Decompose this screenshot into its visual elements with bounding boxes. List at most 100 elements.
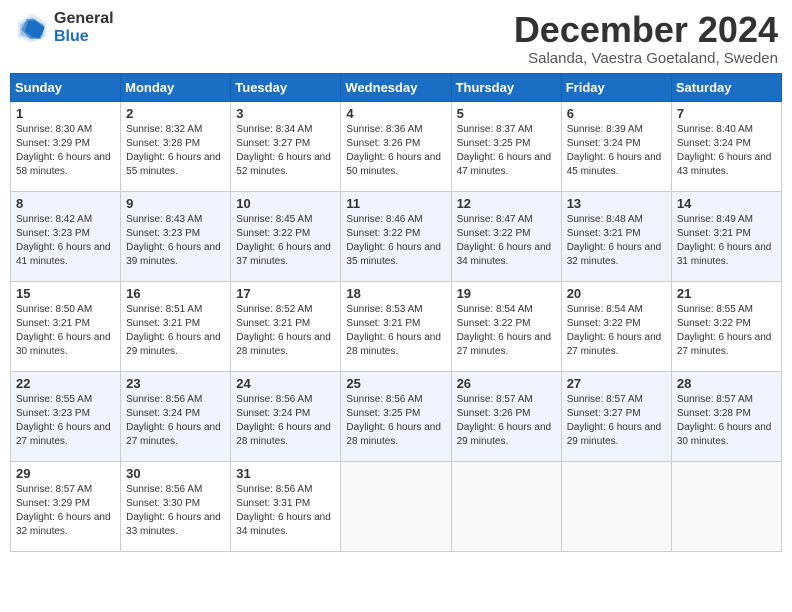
- cell-info: Sunrise: 8:36 AMSunset: 3:26 PMDaylight:…: [346, 124, 441, 177]
- cell-info: Sunrise: 8:55 AMSunset: 3:23 PMDaylight:…: [16, 394, 111, 447]
- calendar-cell: 27 Sunrise: 8:57 AMSunset: 3:27 PMDaylig…: [561, 371, 671, 461]
- column-header-thursday: Thursday: [451, 73, 561, 101]
- day-number: 11: [346, 196, 445, 211]
- logo-general: General: [54, 10, 114, 28]
- calendar-cell: 23 Sunrise: 8:56 AMSunset: 3:24 PMDaylig…: [121, 371, 231, 461]
- day-number: 8: [16, 196, 115, 211]
- cell-info: Sunrise: 8:51 AMSunset: 3:21 PMDaylight:…: [126, 304, 221, 357]
- day-number: 18: [346, 286, 445, 301]
- calendar-table: SundayMondayTuesdayWednesdayThursdayFrid…: [10, 73, 782, 552]
- calendar-cell: 30 Sunrise: 8:56 AMSunset: 3:30 PMDaylig…: [121, 461, 231, 551]
- calendar-cell: 28 Sunrise: 8:57 AMSunset: 3:28 PMDaylig…: [671, 371, 781, 461]
- day-number: 2: [126, 106, 225, 121]
- column-header-wednesday: Wednesday: [341, 73, 451, 101]
- title-section: December 2024 Salanda, Vaestra Goetaland…: [514, 10, 778, 67]
- calendar-cell: 8 Sunrise: 8:42 AMSunset: 3:23 PMDayligh…: [11, 191, 121, 281]
- calendar-cell: 24 Sunrise: 8:56 AMSunset: 3:24 PMDaylig…: [231, 371, 341, 461]
- column-header-saturday: Saturday: [671, 73, 781, 101]
- calendar-cell: [671, 461, 781, 551]
- day-number: 26: [457, 376, 556, 391]
- cell-info: Sunrise: 8:56 AMSunset: 3:31 PMDaylight:…: [236, 484, 331, 537]
- cell-info: Sunrise: 8:48 AMSunset: 3:21 PMDaylight:…: [567, 214, 662, 267]
- calendar-cell: 14 Sunrise: 8:49 AMSunset: 3:21 PMDaylig…: [671, 191, 781, 281]
- calendar-header-row: SundayMondayTuesdayWednesdayThursdayFrid…: [11, 73, 782, 101]
- day-number: 24: [236, 376, 335, 391]
- day-number: 27: [567, 376, 666, 391]
- logo-text: General Blue: [54, 10, 114, 45]
- calendar-week-row: 1 Sunrise: 8:30 AMSunset: 3:29 PMDayligh…: [11, 101, 782, 191]
- calendar-cell: 1 Sunrise: 8:30 AMSunset: 3:29 PMDayligh…: [11, 101, 121, 191]
- calendar-cell: 6 Sunrise: 8:39 AMSunset: 3:24 PMDayligh…: [561, 101, 671, 191]
- calendar-cell: [561, 461, 671, 551]
- day-number: 20: [567, 286, 666, 301]
- day-number: 25: [346, 376, 445, 391]
- calendar-cell: 12 Sunrise: 8:47 AMSunset: 3:22 PMDaylig…: [451, 191, 561, 281]
- cell-info: Sunrise: 8:39 AMSunset: 3:24 PMDaylight:…: [567, 124, 662, 177]
- cell-info: Sunrise: 8:49 AMSunset: 3:21 PMDaylight:…: [677, 214, 772, 267]
- calendar-cell: [451, 461, 561, 551]
- day-number: 5: [457, 106, 556, 121]
- day-number: 21: [677, 286, 776, 301]
- cell-info: Sunrise: 8:43 AMSunset: 3:23 PMDaylight:…: [126, 214, 221, 267]
- day-number: 16: [126, 286, 225, 301]
- calendar-cell: 10 Sunrise: 8:45 AMSunset: 3:22 PMDaylig…: [231, 191, 341, 281]
- logo-blue: Blue: [54, 28, 114, 46]
- page-header: General Blue December 2024 Salanda, Vaes…: [10, 10, 782, 67]
- calendar-cell: 9 Sunrise: 8:43 AMSunset: 3:23 PMDayligh…: [121, 191, 231, 281]
- cell-info: Sunrise: 8:37 AMSunset: 3:25 PMDaylight:…: [457, 124, 552, 177]
- calendar-cell: 16 Sunrise: 8:51 AMSunset: 3:21 PMDaylig…: [121, 281, 231, 371]
- day-number: 17: [236, 286, 335, 301]
- cell-info: Sunrise: 8:30 AMSunset: 3:29 PMDaylight:…: [16, 124, 111, 177]
- cell-info: Sunrise: 8:50 AMSunset: 3:21 PMDaylight:…: [16, 304, 111, 357]
- calendar-cell: 13 Sunrise: 8:48 AMSunset: 3:21 PMDaylig…: [561, 191, 671, 281]
- cell-info: Sunrise: 8:52 AMSunset: 3:21 PMDaylight:…: [236, 304, 331, 357]
- calendar-cell: 20 Sunrise: 8:54 AMSunset: 3:22 PMDaylig…: [561, 281, 671, 371]
- cell-info: Sunrise: 8:54 AMSunset: 3:22 PMDaylight:…: [567, 304, 662, 357]
- calendar-cell: [341, 461, 451, 551]
- cell-info: Sunrise: 8:40 AMSunset: 3:24 PMDaylight:…: [677, 124, 772, 177]
- day-number: 6: [567, 106, 666, 121]
- calendar-cell: 25 Sunrise: 8:56 AMSunset: 3:25 PMDaylig…: [341, 371, 451, 461]
- cell-info: Sunrise: 8:56 AMSunset: 3:24 PMDaylight:…: [126, 394, 221, 447]
- cell-info: Sunrise: 8:34 AMSunset: 3:27 PMDaylight:…: [236, 124, 331, 177]
- day-number: 3: [236, 106, 335, 121]
- calendar-cell: 2 Sunrise: 8:32 AMSunset: 3:28 PMDayligh…: [121, 101, 231, 191]
- day-number: 28: [677, 376, 776, 391]
- calendar-cell: 29 Sunrise: 8:57 AMSunset: 3:29 PMDaylig…: [11, 461, 121, 551]
- day-number: 30: [126, 466, 225, 481]
- day-number: 29: [16, 466, 115, 481]
- calendar-week-row: 29 Sunrise: 8:57 AMSunset: 3:29 PMDaylig…: [11, 461, 782, 551]
- day-number: 9: [126, 196, 225, 211]
- calendar-cell: 21 Sunrise: 8:55 AMSunset: 3:22 PMDaylig…: [671, 281, 781, 371]
- day-number: 15: [16, 286, 115, 301]
- cell-info: Sunrise: 8:56 AMSunset: 3:25 PMDaylight:…: [346, 394, 441, 447]
- cell-info: Sunrise: 8:54 AMSunset: 3:22 PMDaylight:…: [457, 304, 552, 357]
- cell-info: Sunrise: 8:57 AMSunset: 3:29 PMDaylight:…: [16, 484, 111, 537]
- day-number: 23: [126, 376, 225, 391]
- cell-info: Sunrise: 8:57 AMSunset: 3:27 PMDaylight:…: [567, 394, 662, 447]
- cell-info: Sunrise: 8:56 AMSunset: 3:24 PMDaylight:…: [236, 394, 331, 447]
- calendar-cell: 17 Sunrise: 8:52 AMSunset: 3:21 PMDaylig…: [231, 281, 341, 371]
- day-number: 12: [457, 196, 556, 211]
- calendar-cell: 26 Sunrise: 8:57 AMSunset: 3:26 PMDaylig…: [451, 371, 561, 461]
- day-number: 13: [567, 196, 666, 211]
- cell-info: Sunrise: 8:42 AMSunset: 3:23 PMDaylight:…: [16, 214, 111, 267]
- calendar-week-row: 8 Sunrise: 8:42 AMSunset: 3:23 PMDayligh…: [11, 191, 782, 281]
- calendar-week-row: 15 Sunrise: 8:50 AMSunset: 3:21 PMDaylig…: [11, 281, 782, 371]
- cell-info: Sunrise: 8:46 AMSunset: 3:22 PMDaylight:…: [346, 214, 441, 267]
- day-number: 22: [16, 376, 115, 391]
- day-number: 19: [457, 286, 556, 301]
- logo-icon: [14, 10, 50, 46]
- column-header-tuesday: Tuesday: [231, 73, 341, 101]
- day-number: 7: [677, 106, 776, 121]
- calendar-cell: 31 Sunrise: 8:56 AMSunset: 3:31 PMDaylig…: [231, 461, 341, 551]
- day-number: 1: [16, 106, 115, 121]
- cell-info: Sunrise: 8:45 AMSunset: 3:22 PMDaylight:…: [236, 214, 331, 267]
- calendar-week-row: 22 Sunrise: 8:55 AMSunset: 3:23 PMDaylig…: [11, 371, 782, 461]
- cell-info: Sunrise: 8:32 AMSunset: 3:28 PMDaylight:…: [126, 124, 221, 177]
- month-title: December 2024: [514, 10, 778, 50]
- calendar-cell: 7 Sunrise: 8:40 AMSunset: 3:24 PMDayligh…: [671, 101, 781, 191]
- location-title: Salanda, Vaestra Goetaland, Sweden: [514, 50, 778, 67]
- logo: General Blue: [14, 10, 114, 46]
- calendar-cell: 11 Sunrise: 8:46 AMSunset: 3:22 PMDaylig…: [341, 191, 451, 281]
